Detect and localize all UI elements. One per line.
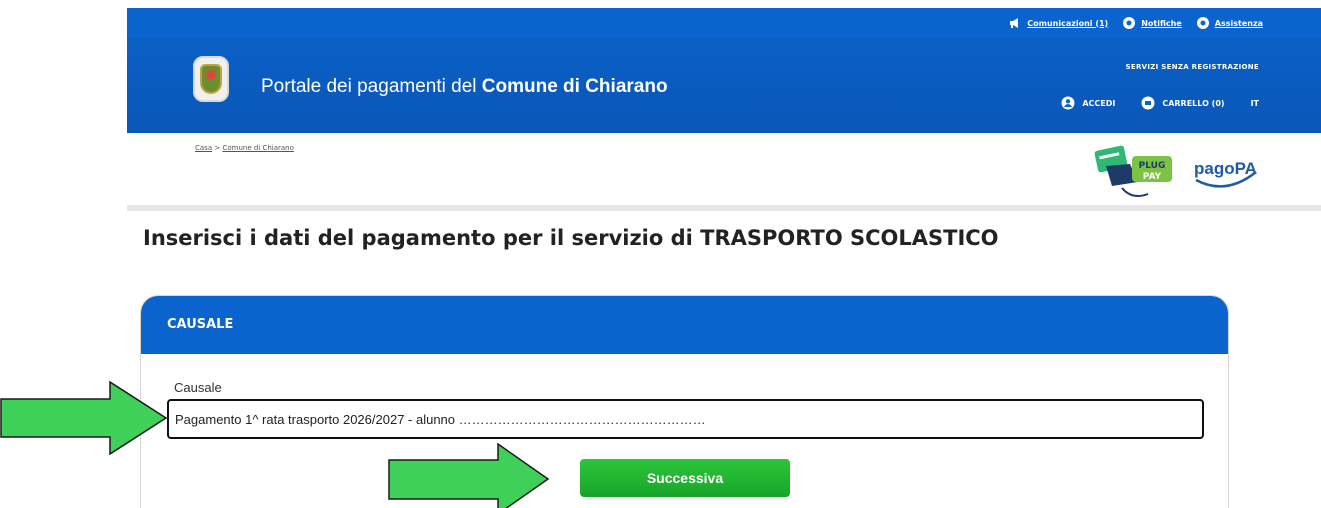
- portal-title-municipality: Comune di Chiarano: [481, 76, 668, 97]
- site-header: Portale dei pagamenti del Comune di Chia…: [127, 38, 1321, 133]
- utility-links: Comunicazioni (1) Notifiche Assistenza: [1008, 8, 1263, 38]
- notifications-label: Notifiche: [1141, 18, 1182, 28]
- cart-label: CARRELLO (0): [1162, 98, 1225, 108]
- page-title: Inserisci i dati del pagamento per il se…: [143, 226, 999, 250]
- card-header: CAUSALE: [141, 296, 1228, 354]
- header-divider: [127, 205, 1321, 211]
- top-utility-bar: Comunicazioni (1) Notifiche Assistenza: [127, 8, 1321, 38]
- communications-link[interactable]: Comunicazioni (1): [1008, 16, 1108, 30]
- plugpay-top-text: PLUG: [1139, 161, 1166, 171]
- login-link[interactable]: ACCEDI: [1061, 96, 1115, 110]
- assistance-label: Assistenza: [1214, 18, 1263, 28]
- portal-title-prefix: Portale dei pagamenti del: [261, 76, 482, 97]
- coat-of-arms-icon: [200, 64, 222, 94]
- breadcrumb-current[interactable]: Comune di Chiarano: [222, 144, 293, 152]
- breadcrumb-separator: >: [212, 144, 223, 152]
- plugpay-logo: PLUG PAY: [1094, 145, 1172, 197]
- causale-card: CAUSALE Causale Pagamento 1^ rata traspo…: [140, 295, 1229, 508]
- communications-label: Comunicazioni (1): [1027, 18, 1109, 28]
- cart-icon: [1141, 96, 1155, 110]
- portal-title[interactable]: Portale dei pagamenti del Comune di Chia…: [261, 76, 668, 98]
- breadcrumb-home[interactable]: Casa: [195, 144, 212, 152]
- arrow-to-button-icon: [388, 443, 550, 508]
- causale-input[interactable]: Pagamento 1^ rata trasporto 2026/2027 - …: [167, 399, 1204, 439]
- page: Comunicazioni (1) Notifiche Assistenza P…: [0, 0, 1321, 508]
- megaphone-icon: [1010, 18, 1019, 28]
- assistance-link[interactable]: Assistenza: [1196, 16, 1263, 30]
- cart-link[interactable]: CARRELLO (0): [1141, 96, 1225, 110]
- arrow-to-input-icon: [0, 381, 168, 455]
- next-button[interactable]: Successiva: [580, 459, 790, 497]
- help-icon: [1196, 17, 1209, 29]
- breadcrumb: Casa > Comune di Chiarano: [195, 144, 294, 152]
- causale-label: Causale: [174, 380, 222, 395]
- language-selector[interactable]: IT: [1251, 99, 1259, 108]
- notifications-link[interactable]: Notifiche: [1122, 16, 1182, 30]
- plugpay-bottom-text: PAY: [1143, 172, 1162, 182]
- no-registration-services-link[interactable]: SERVIZI SENZA REGISTRAZIONE: [1126, 63, 1259, 71]
- bell-icon: [1123, 17, 1136, 29]
- user-icon: [1061, 96, 1075, 110]
- municipality-logo[interactable]: [193, 56, 229, 102]
- pagopa-logo: pagoPA: [1194, 159, 1257, 188]
- language-label: IT: [1250, 98, 1259, 108]
- pagopa-text: pagoPA: [1194, 159, 1257, 178]
- header-actions: ACCEDI CARRELLO (0) IT: [1061, 96, 1259, 110]
- login-label: ACCEDI: [1082, 98, 1116, 108]
